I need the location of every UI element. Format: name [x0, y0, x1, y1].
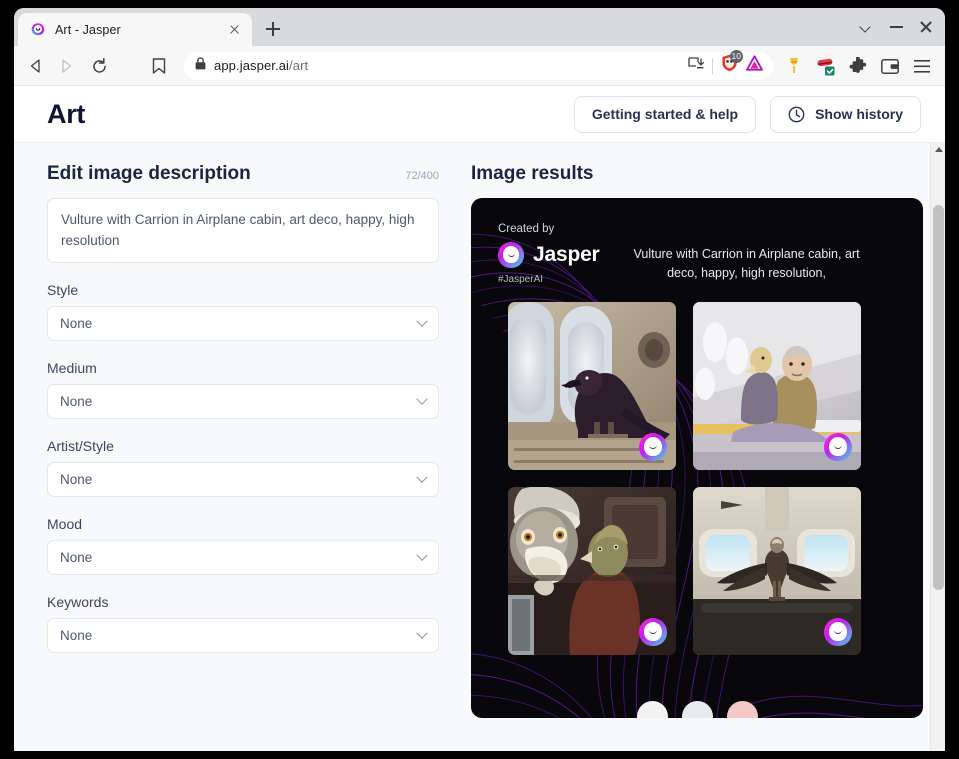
back-arrow-icon[interactable] — [20, 51, 50, 81]
action-button-2[interactable] — [681, 701, 713, 718]
bookmark-icon[interactable] — [144, 51, 174, 81]
getting-started-help-button[interactable]: Getting started & help — [573, 95, 757, 133]
character-counter: 72/400 — [405, 170, 439, 182]
results-panel: Image results Created by Jasper #JasperA… — [463, 143, 945, 751]
show-history-button[interactable]: Show history — [770, 95, 921, 133]
browser-tab-strip: Art - Jasper — [14, 8, 945, 46]
clock-icon — [788, 106, 805, 123]
results-panel-title: Image results — [471, 163, 594, 184]
wallet-icon[interactable] — [875, 51, 905, 81]
result-image-1[interactable] — [508, 302, 676, 470]
chevron-down-icon — [416, 471, 428, 483]
scrollbar-thumb[interactable] — [933, 205, 944, 590]
jasper-brand-name: Jasper — [533, 243, 600, 266]
window-controls — [851, 11, 941, 41]
page-scrollbar[interactable] — [930, 143, 945, 751]
image-grid — [471, 285, 923, 655]
hamburger-menu-icon[interactable] — [907, 51, 937, 81]
brave-shields-icon[interactable]: 10 — [721, 50, 743, 77]
close-icon[interactable] — [226, 21, 243, 38]
mood-select-value: None — [60, 550, 93, 566]
artist-style-select[interactable]: None — [47, 462, 439, 498]
jasper-logo-icon — [30, 22, 46, 38]
created-by-label: Created by — [498, 223, 555, 235]
pill-extension-icon[interactable] — [811, 51, 841, 81]
new-tab-button[interactable] — [258, 14, 288, 44]
field-label-medium: Medium — [47, 360, 97, 377]
card-branding-row: Created by Jasper #JasperAI Vulture with… — [471, 198, 923, 285]
keywords-select[interactable]: None — [47, 618, 439, 654]
chevron-down-icon — [416, 393, 428, 405]
action-button-3[interactable] — [726, 701, 758, 718]
artist-style-select-value: None — [60, 472, 93, 488]
chevron-down-icon — [416, 315, 428, 327]
image-action-buttons — [471, 701, 923, 718]
jasper-brand: Jasper — [498, 242, 600, 268]
ruler-extension-icon[interactable] — [779, 51, 809, 81]
toolbar-extensions — [779, 51, 937, 81]
install-app-icon[interactable] — [688, 55, 705, 76]
mood-select[interactable]: None — [47, 540, 439, 576]
address-bar-url: app.jasper.ai/art — [214, 58, 309, 73]
jasper-watermark-icon — [639, 618, 667, 646]
edit-panel-title: Edit image description — [47, 163, 251, 184]
medium-select[interactable]: None — [47, 384, 439, 420]
jasper-hashtag: #JasperAI — [498, 274, 544, 285]
page-viewport: Art Getting started & help Show history — [14, 86, 945, 751]
reload-icon[interactable] — [84, 51, 114, 81]
minimize-button[interactable] — [881, 11, 911, 41]
chevron-down-icon[interactable] — [851, 11, 881, 41]
warning-triangle-icon[interactable] — [746, 55, 763, 76]
style-select[interactable]: None — [47, 306, 439, 342]
content-split: Edit image description 72/400 Vulture wi… — [14, 143, 945, 751]
lock-icon — [195, 56, 206, 75]
puzzle-extension-icon[interactable] — [843, 51, 873, 81]
edit-panel: Edit image description 72/400 Vulture wi… — [14, 143, 463, 751]
jasper-watermark-icon — [824, 433, 852, 461]
field-label-mood: Mood — [47, 516, 83, 533]
field-label-style: Style — [47, 282, 79, 299]
scroll-up-arrow-icon[interactable] — [935, 147, 943, 152]
image-description-input[interactable]: Vulture with Carrion in Airplane cabin, … — [47, 198, 439, 264]
browser-tab[interactable]: Art - Jasper — [18, 13, 252, 46]
jasper-logo-icon — [498, 242, 524, 268]
getting-started-label: Getting started & help — [591, 106, 739, 122]
browser-window: Art - Jasper app.jasper.ai/art 10 Art Ge… — [14, 8, 945, 751]
shield-block-count: 10 — [729, 50, 743, 63]
header-actions: Getting started & help Show history — [573, 95, 921, 133]
forward-arrow-icon — [52, 51, 82, 81]
keywords-select-value: None — [60, 628, 93, 644]
style-select-value: None — [60, 316, 93, 332]
divider — [712, 57, 713, 74]
browser-tab-title: Art - Jasper — [55, 22, 121, 37]
image-results-card: Created by Jasper #JasperAI Vulture with… — [471, 198, 923, 718]
close-window-button[interactable] — [911, 11, 941, 41]
browser-toolbar: app.jasper.ai/art 10 — [14, 46, 945, 86]
jasper-watermark-icon — [639, 433, 667, 461]
chevron-down-icon — [416, 549, 428, 561]
result-image-2[interactable] — [693, 302, 861, 470]
page-title: Art — [47, 98, 86, 129]
action-button-1[interactable] — [636, 701, 668, 718]
show-history-label: Show history — [815, 106, 903, 122]
app-header: Art Getting started & help Show history — [14, 86, 945, 143]
address-bar[interactable]: app.jasper.ai/art 10 — [184, 50, 773, 80]
result-image-3[interactable] — [508, 487, 676, 655]
field-label-artist-style: Artist/Style — [47, 438, 114, 455]
medium-select-value: None — [60, 394, 93, 410]
field-label-keywords: Keywords — [47, 594, 109, 611]
edit-panel-header: Edit image description 72/400 — [47, 163, 439, 185]
result-image-4[interactable] — [693, 487, 861, 655]
jasper-watermark-icon — [824, 618, 852, 646]
brand-block: Created by Jasper #JasperAI — [498, 223, 600, 285]
chevron-down-icon — [416, 627, 428, 639]
card-prompt-text: Vulture with Carrion in Airplane cabin, … — [633, 247, 860, 281]
